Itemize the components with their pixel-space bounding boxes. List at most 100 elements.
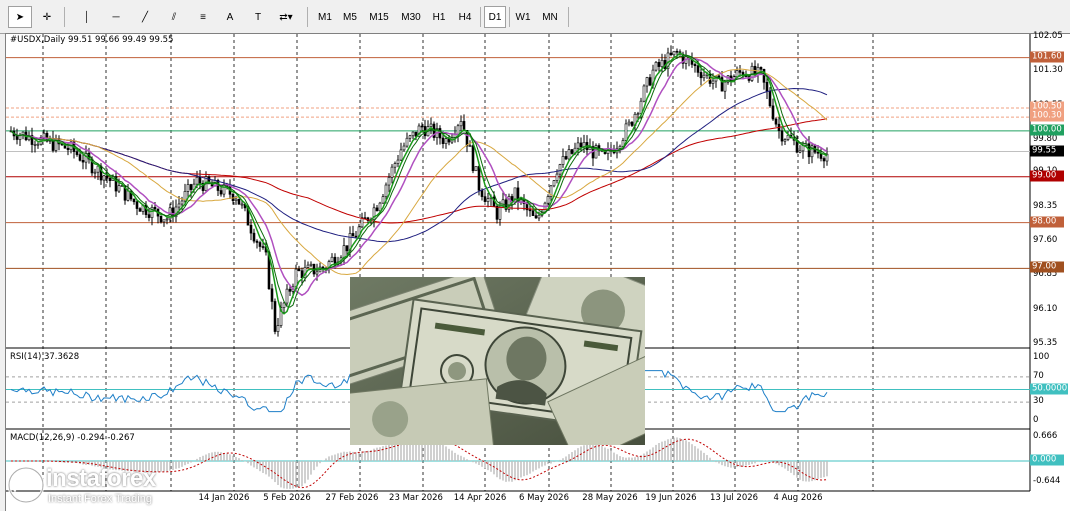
text-label-icon[interactable]: A [218, 6, 242, 28]
candle-body [345, 245, 349, 252]
candle-body [408, 135, 412, 139]
toolbar-separator [307, 7, 308, 27]
instaforex-logo-icon [7, 466, 45, 504]
watermark-tagline: Instant Forex Trading [48, 493, 152, 505]
candle-body [15, 135, 19, 140]
candle-body [93, 171, 97, 174]
date-axis-label: 4 Aug 2026 [773, 493, 823, 503]
timeframe-d1-button[interactable]: D1 [484, 6, 506, 28]
candle-body [330, 256, 334, 262]
candle-body [258, 242, 262, 247]
candle-body [162, 219, 166, 223]
candle-body [561, 156, 565, 165]
vertical-line-icon[interactable]: │ [75, 6, 99, 28]
candle-body [765, 82, 769, 92]
arrows-dropdown-icon[interactable]: ⇄▾ [274, 6, 298, 28]
toolbar-separator [64, 7, 65, 27]
candle-body [645, 77, 649, 87]
current-price-tag: 99.55 [1030, 145, 1064, 157]
candle-body [351, 233, 355, 237]
text-tool-icon[interactable]: T [246, 6, 270, 28]
candle-body [396, 159, 400, 164]
timeframe-mn-button[interactable]: MN [538, 6, 562, 28]
candle-body [384, 184, 388, 198]
timeframe-m5-button[interactable]: M5 [339, 6, 361, 28]
moving-average-gold [10, 68, 828, 276]
candle-body [471, 145, 475, 172]
candle-body [537, 214, 541, 219]
candle-body [468, 145, 472, 147]
fibonacci-icon[interactable]: ≡ [191, 6, 215, 28]
date-axis-label: 13 Jul 2026 [709, 493, 759, 503]
rsi-axis-label: 0 [1033, 415, 1039, 425]
candle-body [198, 177, 202, 184]
candle-body [672, 50, 676, 56]
candle-body [669, 52, 673, 56]
candle-body [42, 132, 46, 138]
candle-body [306, 264, 310, 268]
candle-body [420, 125, 424, 128]
candle-body [483, 196, 487, 202]
macd-axis-label: -0.644 [1033, 476, 1061, 486]
date-axis-label: 14 Apr 2026 [453, 493, 507, 503]
price-axis-label: 101.30 [1033, 65, 1063, 76]
candle-body [822, 158, 826, 162]
timeframe-m30-button[interactable]: M30 [398, 6, 424, 28]
candle-body [462, 121, 466, 131]
candle-body [387, 177, 391, 186]
price-axis-label: 95.35 [1033, 338, 1058, 348]
candle-body [147, 214, 151, 218]
macd-panel-title: MACD(12,26,9) -0.294 -0.267 [10, 433, 135, 443]
candle-body [438, 128, 442, 139]
timeframe-m1-button[interactable]: M1 [314, 6, 336, 28]
date-axis-label: 28 May 2026 [582, 493, 638, 503]
candle-body [783, 139, 787, 142]
candle-body [567, 149, 571, 160]
timeframe-h4-button[interactable]: H4 [454, 6, 476, 28]
candle-body [102, 175, 106, 181]
candle-body [768, 91, 772, 107]
candle-body [624, 123, 628, 141]
candle-body [579, 142, 583, 148]
candle-body [294, 268, 298, 288]
candle-body [282, 302, 286, 308]
moving-average-navy [10, 87, 828, 243]
candle-body [309, 263, 313, 266]
rsi-axis-label: 30 [1033, 396, 1044, 407]
toolbar-separator [509, 7, 510, 27]
level-price-tag: 98.00 [1030, 216, 1064, 228]
timeframe-m15-button[interactable]: M15 [364, 6, 394, 28]
toolbar-separator [568, 7, 569, 27]
level-price-tag: 100.30 [1030, 110, 1064, 122]
candle-body [138, 208, 142, 212]
trendline-icon[interactable]: ╱ [133, 6, 157, 28]
candle-body [495, 205, 499, 220]
candle-body [177, 203, 181, 208]
watermark-brand: instaforex [46, 465, 156, 492]
candle-body [702, 74, 706, 79]
timeframe-w1-button[interactable]: W1 [512, 6, 534, 28]
candle-body [480, 190, 484, 197]
candle-body [276, 325, 280, 332]
crosshair-icon[interactable]: ✛ [35, 6, 59, 28]
cursor-arrow-icon[interactable]: ➤ [8, 6, 32, 28]
candle-body [381, 196, 385, 204]
candle-body [474, 166, 478, 172]
candle-body [66, 147, 70, 151]
horizontal-line-icon[interactable]: ─ [104, 6, 128, 28]
candle-body [723, 81, 727, 92]
candle-body [693, 64, 697, 67]
candle-body [555, 173, 559, 181]
candle-body [252, 232, 256, 242]
candle-body [255, 240, 259, 243]
candle-body [75, 151, 79, 155]
equidistant-channel-icon[interactable]: ⫽ [162, 6, 186, 28]
price-axis-label: 96.10 [1033, 303, 1058, 314]
candle-body [234, 198, 238, 201]
candle-body [33, 144, 37, 146]
candle-body [780, 130, 784, 142]
timeframe-h1-button[interactable]: H1 [428, 6, 450, 28]
candle-body [390, 166, 394, 178]
moving-average-dark-green [10, 54, 828, 308]
candle-body [285, 288, 289, 304]
